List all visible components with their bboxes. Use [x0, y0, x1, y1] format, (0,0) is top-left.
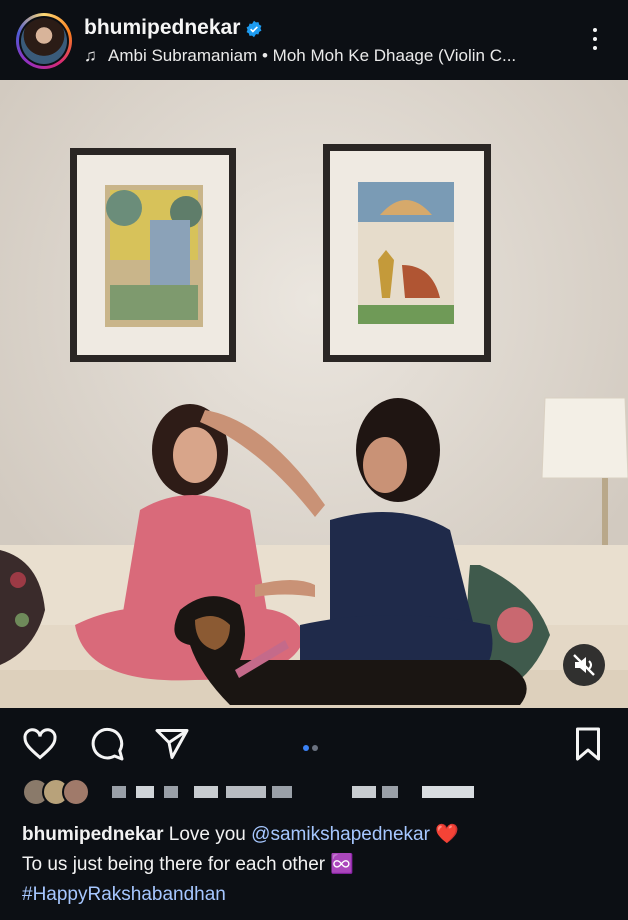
caption-text: Love you: [168, 824, 246, 845]
avatar[interactable]: [16, 13, 72, 69]
username[interactable]: bhumipednekar: [84, 16, 240, 40]
liked-by-row[interactable]: [22, 778, 612, 810]
carousel-dot: [312, 745, 318, 751]
music-row[interactable]: ♫ Ambi Subramaniam • Moh Moh Ke Dhaage (V…: [84, 46, 516, 66]
music-label[interactable]: Ambi Subramaniam • Moh Moh Ke Dhaage (Vi…: [108, 46, 516, 65]
photo-illustration: [0, 80, 628, 708]
caption-hashtag[interactable]: #HappyRakshabandhan: [22, 884, 226, 905]
caption-line-2: To us just being there for each other: [22, 854, 326, 875]
action-bar: [0, 708, 628, 778]
paper-plane-icon[interactable]: [154, 726, 190, 762]
post-caption: bhumipednekar Love you @samikshapednekar…: [22, 820, 612, 910]
bookmark-icon[interactable]: [570, 726, 606, 762]
post-header: bhumipednekar ♫ Ambi Subramaniam • Moh Mo…: [0, 0, 628, 80]
heart-emoji-icon: ❤️: [435, 824, 459, 845]
music-note-icon: ♫: [84, 46, 97, 65]
infinity-emoji-icon: ♾️: [330, 854, 355, 875]
avatar: [62, 778, 90, 806]
carousel-indicator: [303, 738, 321, 756]
post-image[interactable]: [0, 80, 628, 708]
caption-mention[interactable]: @samikshapednekar: [251, 824, 430, 845]
verified-badge-icon: [246, 20, 262, 38]
more-vertical-icon[interactable]: [590, 28, 600, 54]
speaker-muted-icon[interactable]: [563, 644, 605, 686]
carousel-dot-active: [303, 745, 309, 751]
heart-icon[interactable]: [22, 726, 58, 762]
caption-username[interactable]: bhumipednekar: [22, 824, 163, 845]
comment-icon[interactable]: [89, 726, 125, 762]
